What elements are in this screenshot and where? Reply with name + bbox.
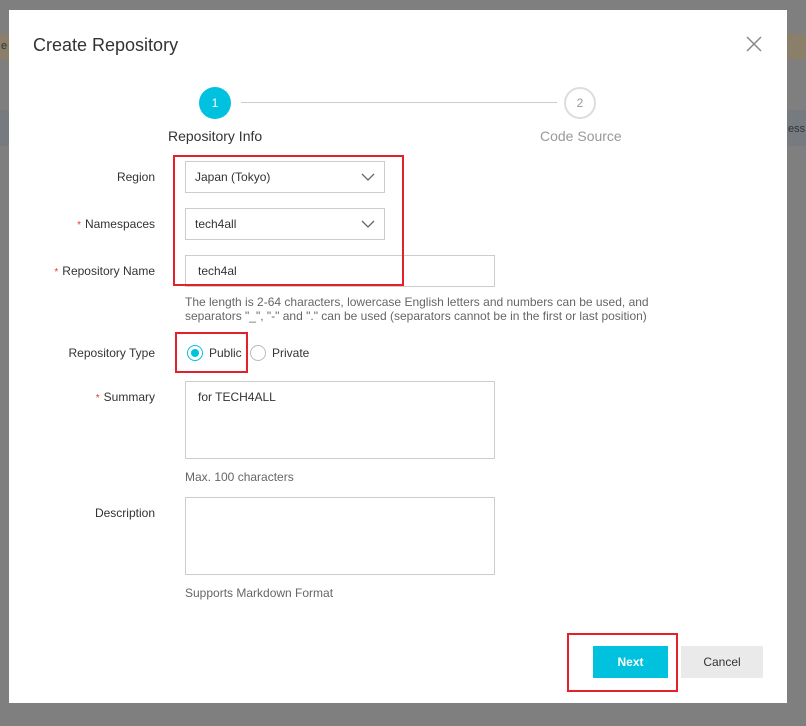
description-label: Description <box>94 506 155 520</box>
step-2-indicator: 2 <box>564 87 596 119</box>
region-label: Region <box>116 170 155 184</box>
highlight-box <box>173 155 404 286</box>
background-banner <box>787 34 806 60</box>
highlight-box <box>175 332 248 373</box>
radio-private[interactable]: Private <box>250 345 309 361</box>
required-mark: * <box>54 267 59 278</box>
repository-type-label: Repository Type <box>68 346 156 360</box>
required-mark: * <box>77 220 81 231</box>
step-connector <box>241 102 557 103</box>
create-repository-dialog: Create Repository 1 2 Repository Info Co… <box>9 10 787 703</box>
summary-help: Max. 100 characters <box>185 470 294 484</box>
repository-name-help: The length is 2-64 characters, lowercase… <box>185 295 649 323</box>
repository-name-label: * Repository Name <box>54 264 155 278</box>
namespaces-label: * Namespaces <box>77 217 155 231</box>
description-textarea[interactable] <box>185 497 495 575</box>
summary-label: * Summary <box>95 390 155 404</box>
background-row <box>0 110 9 146</box>
cancel-button[interactable]: Cancel <box>681 646 763 678</box>
highlight-box <box>567 633 678 692</box>
dialog-title: Create Repository <box>33 35 179 55</box>
radio-unchecked-icon <box>250 345 266 361</box>
description-help: Supports Markdown Format <box>185 586 334 600</box>
background-text: e <box>1 40 8 52</box>
summary-textarea[interactable]: for TECH4ALL <box>185 381 495 459</box>
step-2-label: Code Source <box>540 128 622 144</box>
step-1-indicator: 1 <box>199 87 231 119</box>
step-1-label: Repository Info <box>168 128 263 144</box>
close-icon[interactable] <box>744 34 764 54</box>
background-text: ess <box>788 123 806 135</box>
required-mark: * <box>95 393 100 404</box>
